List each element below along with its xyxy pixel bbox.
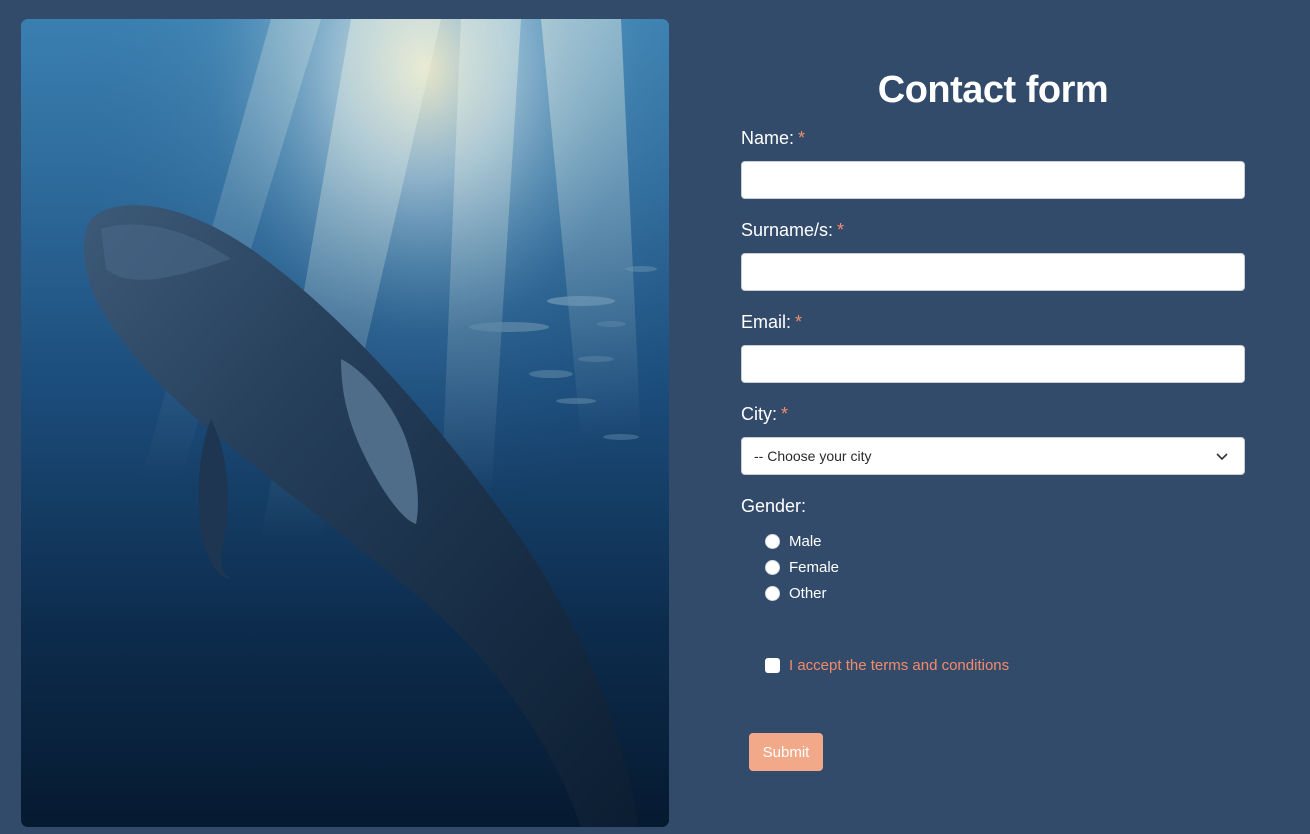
surname-input[interactable] [741, 253, 1245, 291]
terms-label: I accept the terms and conditions [789, 656, 1010, 674]
whale-image-graphic [21, 19, 669, 827]
required-asterisk: * [781, 404, 789, 424]
radio-label-other: Other [789, 584, 827, 602]
surname-label-text: Surname/s: [741, 220, 834, 240]
surname-label: Surname/s: * [741, 218, 844, 242]
submit-button[interactable]: Submit [749, 733, 823, 771]
required-asterisk: * [837, 220, 845, 240]
terms-checkbox[interactable] [765, 657, 780, 673]
email-input[interactable] [741, 345, 1245, 383]
required-asterisk: * [795, 312, 803, 332]
name-input[interactable] [741, 161, 1245, 199]
gender-radio-other[interactable]: Other [765, 583, 827, 603]
page: Contact form Name: * Surname/s: * Email: * … [0, 0, 1310, 834]
email-label-text: Email: [741, 312, 792, 332]
email-label: Email: * [741, 310, 802, 334]
city-label-text: City: [741, 404, 777, 424]
city-select-value: -- Choose your city [754, 448, 872, 464]
radio-button[interactable] [765, 559, 780, 575]
form-title: Contact form [877, 69, 1109, 111]
name-label-text: Name: [741, 128, 795, 148]
city-label: City: * [741, 402, 788, 426]
city-select[interactable]: -- Choose your city [741, 437, 1245, 475]
radio-label-female: Female [789, 558, 840, 576]
radio-button[interactable] [765, 585, 780, 601]
terms-checkbox-row[interactable]: I accept the terms and conditions [765, 655, 1009, 675]
contact-form: Contact form Name: * Surname/s: * Email: * … [741, 60, 1245, 771]
radio-button[interactable] [765, 533, 780, 549]
gender-label: Gender: [741, 496, 807, 516]
name-label: Name: * [741, 126, 805, 150]
gender-radio-male[interactable]: Male [765, 531, 822, 551]
whale-photo [21, 19, 669, 827]
required-asterisk: * [798, 128, 806, 148]
radio-label-male: Male [789, 532, 822, 550]
gender-radio-female[interactable]: Female [765, 557, 839, 577]
chevron-down-icon [1216, 453, 1228, 461]
